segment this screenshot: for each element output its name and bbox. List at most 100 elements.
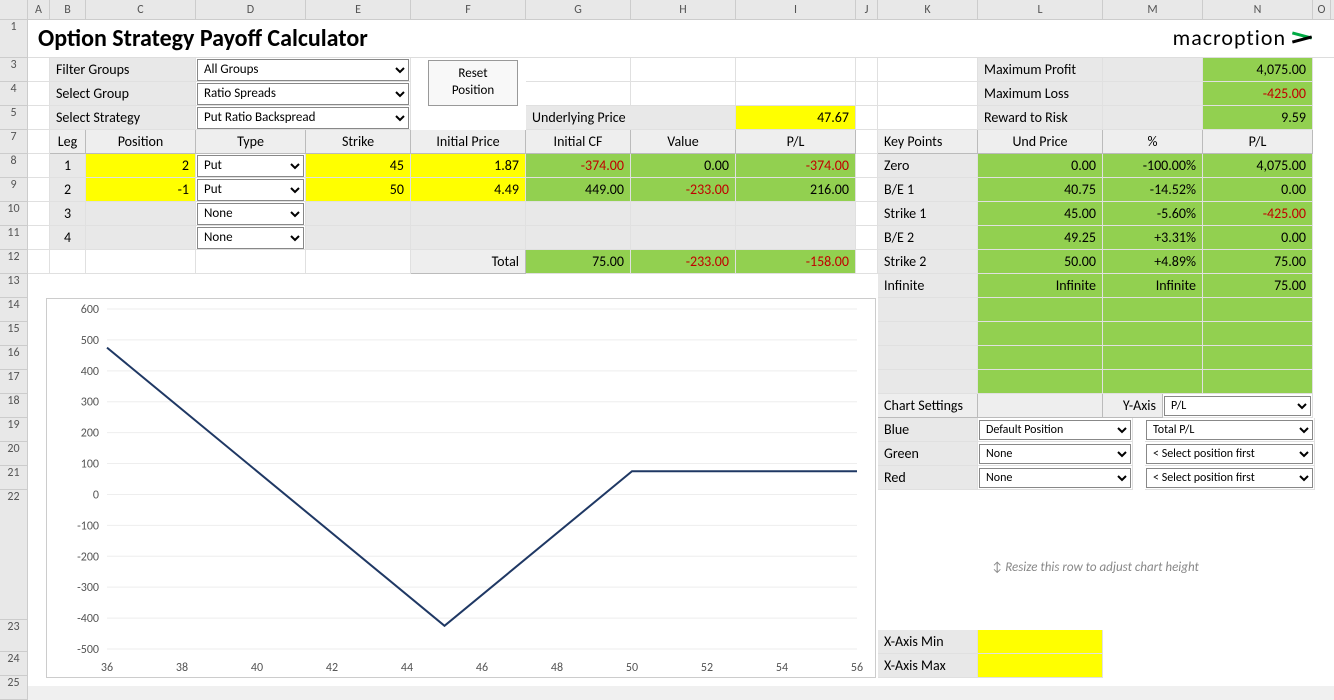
leg-type-select[interactable]: None [197,227,304,249]
column-headers: A B C D E F G H I J K L M N O [0,0,1334,20]
yaxis-label: Y-Axis [1103,394,1163,418]
brand-logo: macroption [1173,24,1316,51]
max-loss-value: -425.00 [1203,82,1313,106]
leg-type-select[interactable]: None [197,203,304,225]
leg-pl [736,202,856,226]
select-group-label: Select Group [50,82,196,106]
svg-text:-500: -500 [77,643,99,657]
total-value: -233.00 [631,250,736,274]
leg-initial-cf [526,226,631,250]
col-initial-price: Initial Price [411,130,526,154]
resize-hint: ↕ Resize this row to adjust chart height [878,560,1313,575]
xaxis-min-input[interactable] [978,630,1103,654]
brand-icon [1292,30,1316,46]
svg-text:48: 48 [551,661,563,675]
select-strategy-select[interactable]: Put Ratio Backspread [197,107,409,129]
col-value: Value [631,130,736,154]
kp-pl: 0.00 [1203,178,1313,202]
kp-name: Zero [878,154,978,178]
leg-position[interactable]: -1 [86,178,196,202]
leg-initial-price[interactable] [411,226,526,250]
max-profit-label: Maximum Profit [978,58,1103,82]
total-pl: -158.00 [736,250,856,274]
resize-vert-icon: ↕ [992,560,1002,575]
blue-select1[interactable]: Default Position [979,420,1131,440]
col-position: Position [86,130,196,154]
col-keypoints: Key Points [878,130,978,154]
leg-pl: 216.00 [736,178,856,202]
leg-position[interactable] [86,226,196,250]
kp-pl: 0.00 [1203,226,1313,250]
total-icf: 75.00 [526,250,631,274]
red-label: Red [878,466,978,490]
leg-type-select[interactable]: Put [197,155,304,177]
col-pct: % [1103,130,1203,154]
leg-initial-price[interactable]: 4.49 [411,178,526,202]
kp-name: B/E 2 [878,226,978,250]
kp-undprice: 40.75 [978,178,1103,202]
leg-position[interactable] [86,202,196,226]
kp-name: Strike 1 [878,202,978,226]
svg-text:200: 200 [81,427,99,441]
leg-value [631,226,736,250]
underlying-price-value[interactable]: 47.67 [736,106,856,130]
col-type: Type [196,130,306,154]
filter-groups-select[interactable]: All Groups [197,59,409,81]
blue-label: Blue [878,418,978,442]
leg-strike[interactable] [306,226,411,250]
red-select2[interactable]: < Select position first [1146,468,1313,488]
svg-text:100: 100 [81,458,99,472]
leg-number: 3 [50,202,86,226]
kp-pct: -5.60% [1103,202,1203,226]
leg-number: 1 [50,154,86,178]
green-label: Green [878,442,978,466]
leg-initial-cf: 449.00 [526,178,631,202]
leg-position[interactable]: 2 [86,154,196,178]
svg-text:46: 46 [476,661,488,675]
leg-initial-price[interactable]: 1.87 [411,154,526,178]
xaxis-min-label: X-Axis Min [878,630,978,654]
kp-pct: -100.00% [1103,154,1203,178]
leg-number: 4 [50,226,86,250]
kp-pct: -14.52% [1103,178,1203,202]
red-select1[interactable]: None [979,468,1131,488]
leg-value: -233.00 [631,178,736,202]
svg-text:52: 52 [701,661,713,675]
yaxis-select[interactable]: P/L [1164,396,1311,416]
kp-row: Strike 2 [878,250,978,274]
svg-text:-100: -100 [77,519,99,533]
leg-number: 2 [50,178,86,202]
col-kp-pl: P/L [1203,130,1313,154]
xaxis-max-label: X-Axis Max [878,654,978,678]
leg-initial-cf [526,202,631,226]
reset-position-button[interactable]: Reset Position [428,60,518,106]
green-select1[interactable]: None [979,444,1131,464]
svg-text:38: 38 [176,661,188,675]
leg-initial-cf: -374.00 [526,154,631,178]
kp-name: B/E 1 [878,178,978,202]
select-group-select[interactable]: Ratio Spreads [197,83,409,105]
col-leg: Leg [50,130,86,154]
blue-select2[interactable]: Total P/L [1146,420,1313,440]
reward-risk-label: Reward to Risk [978,106,1103,130]
svg-text:500: 500 [81,334,99,348]
green-select2[interactable]: < Select position first [1146,444,1313,464]
svg-text:-300: -300 [77,581,99,595]
svg-text:-200: -200 [77,550,99,564]
page-title: Option Strategy Payoff Calculator macrop… [28,20,1334,58]
svg-text:56: 56 [851,661,863,675]
xaxis-max-input[interactable] [978,654,1103,678]
leg-type-select[interactable]: Put [197,179,304,201]
leg-strike[interactable]: 45 [306,154,411,178]
leg-value: 0.00 [631,154,736,178]
total-label: Total [411,250,526,274]
col-pl: P/L [736,130,856,154]
row-headers: 1 3 4 5 7 8 9 10 11 12 13 14 15 16 17 18… [0,20,28,700]
svg-text:50: 50 [626,661,638,675]
col-initial-cf: Initial CF [526,130,631,154]
svg-text:300: 300 [81,396,99,410]
kp-pct: +3.31% [1103,226,1203,250]
leg-strike[interactable] [306,202,411,226]
leg-strike[interactable]: 50 [306,178,411,202]
leg-initial-price[interactable] [411,202,526,226]
